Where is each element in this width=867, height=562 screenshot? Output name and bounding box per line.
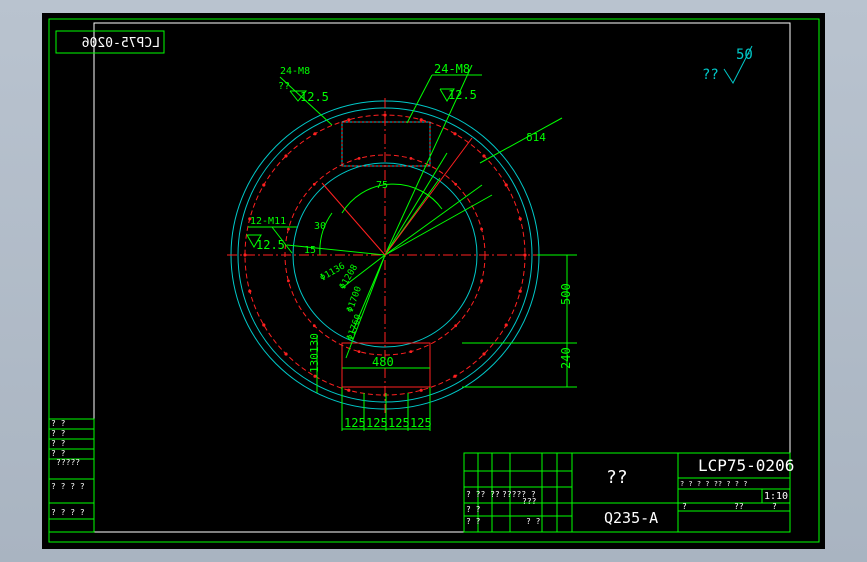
bolt-hole [482, 352, 486, 356]
title-q2: ?? [734, 502, 744, 511]
mirrored-code-text: LCP75-0206 [82, 36, 160, 51]
bolt-hole [262, 183, 266, 187]
callout-tl-roughness: 12.5 [300, 90, 329, 104]
drawing-viewport[interactable]: LCP75-0206 ?? 50 75 30 15 Φ1136 Φ1208 Φ1… [42, 13, 825, 549]
bolt-hole [313, 374, 317, 378]
inner-hole [357, 157, 361, 160]
title-part-name: ?? [606, 467, 628, 488]
angle-15: 15 [304, 245, 316, 256]
title-left-d: ? ? [466, 505, 481, 514]
inner-hole [312, 324, 316, 328]
inner-hole [312, 182, 316, 186]
inner-hole [409, 350, 413, 353]
inner-hole [357, 350, 361, 353]
dim-240: 240 [559, 347, 573, 369]
angle-30: 30 [314, 221, 326, 232]
dim-130-b: 130 [308, 333, 321, 353]
surface-finish-mark: ?? [702, 67, 719, 83]
title-material: Q235-A [604, 509, 658, 527]
dim-480: 480 [372, 355, 394, 369]
callout-left-roughness: 12.5 [256, 238, 285, 252]
title-row-small: ? ? ? ? ?? ? ? ? [680, 480, 747, 488]
bolt-hole [419, 388, 423, 392]
dia-1700: Φ1700 [345, 285, 364, 314]
bolt-hole [504, 323, 508, 327]
bolt-hole [248, 289, 252, 293]
title-left-a: ? ?? ?? [466, 490, 500, 499]
radial-lines [286, 64, 493, 359]
bolt-hole [518, 217, 522, 221]
bolt-hole [313, 132, 317, 136]
inner-hole [287, 227, 290, 231]
title-scale: 1:10 [764, 491, 788, 502]
callout-leader-tc [406, 74, 433, 124]
callout-left-label: 12-M11 [250, 216, 286, 227]
callout-tc-roughness: 12.5 [448, 88, 477, 102]
inner-frame [93, 22, 791, 533]
thickness-label: δ14 [526, 131, 546, 144]
bolt-hole [419, 118, 423, 122]
side-row-1: ? ? [51, 419, 66, 428]
dia-1760: Φ1760 [345, 313, 364, 342]
dim-bottom-1: 125 [344, 416, 366, 430]
bolt-hole [453, 374, 457, 378]
dim-bottom-2: 125 [366, 416, 388, 430]
callout-tc-label: 24-M8 [434, 62, 470, 76]
inner-hole [454, 324, 458, 328]
bolt-hole [347, 118, 351, 122]
surface-finish-value: 50 [736, 47, 753, 63]
bolt-hole [347, 388, 351, 392]
inner-hole [454, 182, 458, 186]
title-left-e: ? ? [466, 517, 481, 526]
dim-bottom-3: 125 [388, 416, 410, 430]
bolt-hole [284, 154, 288, 158]
inner-hole [287, 279, 290, 283]
side-row-7: ? ? ? ? [51, 508, 85, 517]
side-row-5: ????? [56, 458, 80, 467]
callout-tl-label: 24-M8 [280, 66, 310, 77]
title-left-c: ??? [522, 497, 537, 506]
side-block: ? ? ? ? ? ? ? ? ????? ? ? ? ? ? ? ? ? [48, 418, 95, 533]
bolt-hole [518, 289, 522, 293]
thickness-leader [479, 117, 563, 164]
angle-75: 75 [376, 180, 388, 191]
title-drawing-number: LCP75-0206 [698, 456, 794, 475]
dim-130-a: 130 [308, 353, 321, 373]
dim-500: 500 [559, 283, 573, 305]
dim-bottom-4: 125 [410, 416, 432, 430]
bolt-hole [482, 154, 486, 158]
side-row-3: ? ? [51, 439, 66, 448]
bolt-hole [262, 323, 266, 327]
side-row-6: ? ? ? ? [51, 482, 85, 491]
inner-hole [480, 279, 483, 283]
title-q1: ? [682, 502, 687, 511]
side-row-4: ? ? [51, 449, 66, 458]
inner-hole [409, 157, 413, 160]
bolt-hole [504, 183, 508, 187]
title-left-f: ? ? [526, 517, 541, 526]
drawing-canvas[interactable]: LCP75-0206 ?? 50 75 30 15 Φ1136 Φ1208 Φ1… [42, 13, 825, 549]
bolt-hole [453, 132, 457, 136]
callout-tl-finish: ?? [278, 81, 290, 92]
inner-hole [480, 227, 483, 231]
title-q3: ? [772, 502, 777, 511]
section-line-a [321, 182, 386, 256]
bolt-hole [284, 352, 288, 356]
side-row-2: ? ? [51, 429, 66, 438]
